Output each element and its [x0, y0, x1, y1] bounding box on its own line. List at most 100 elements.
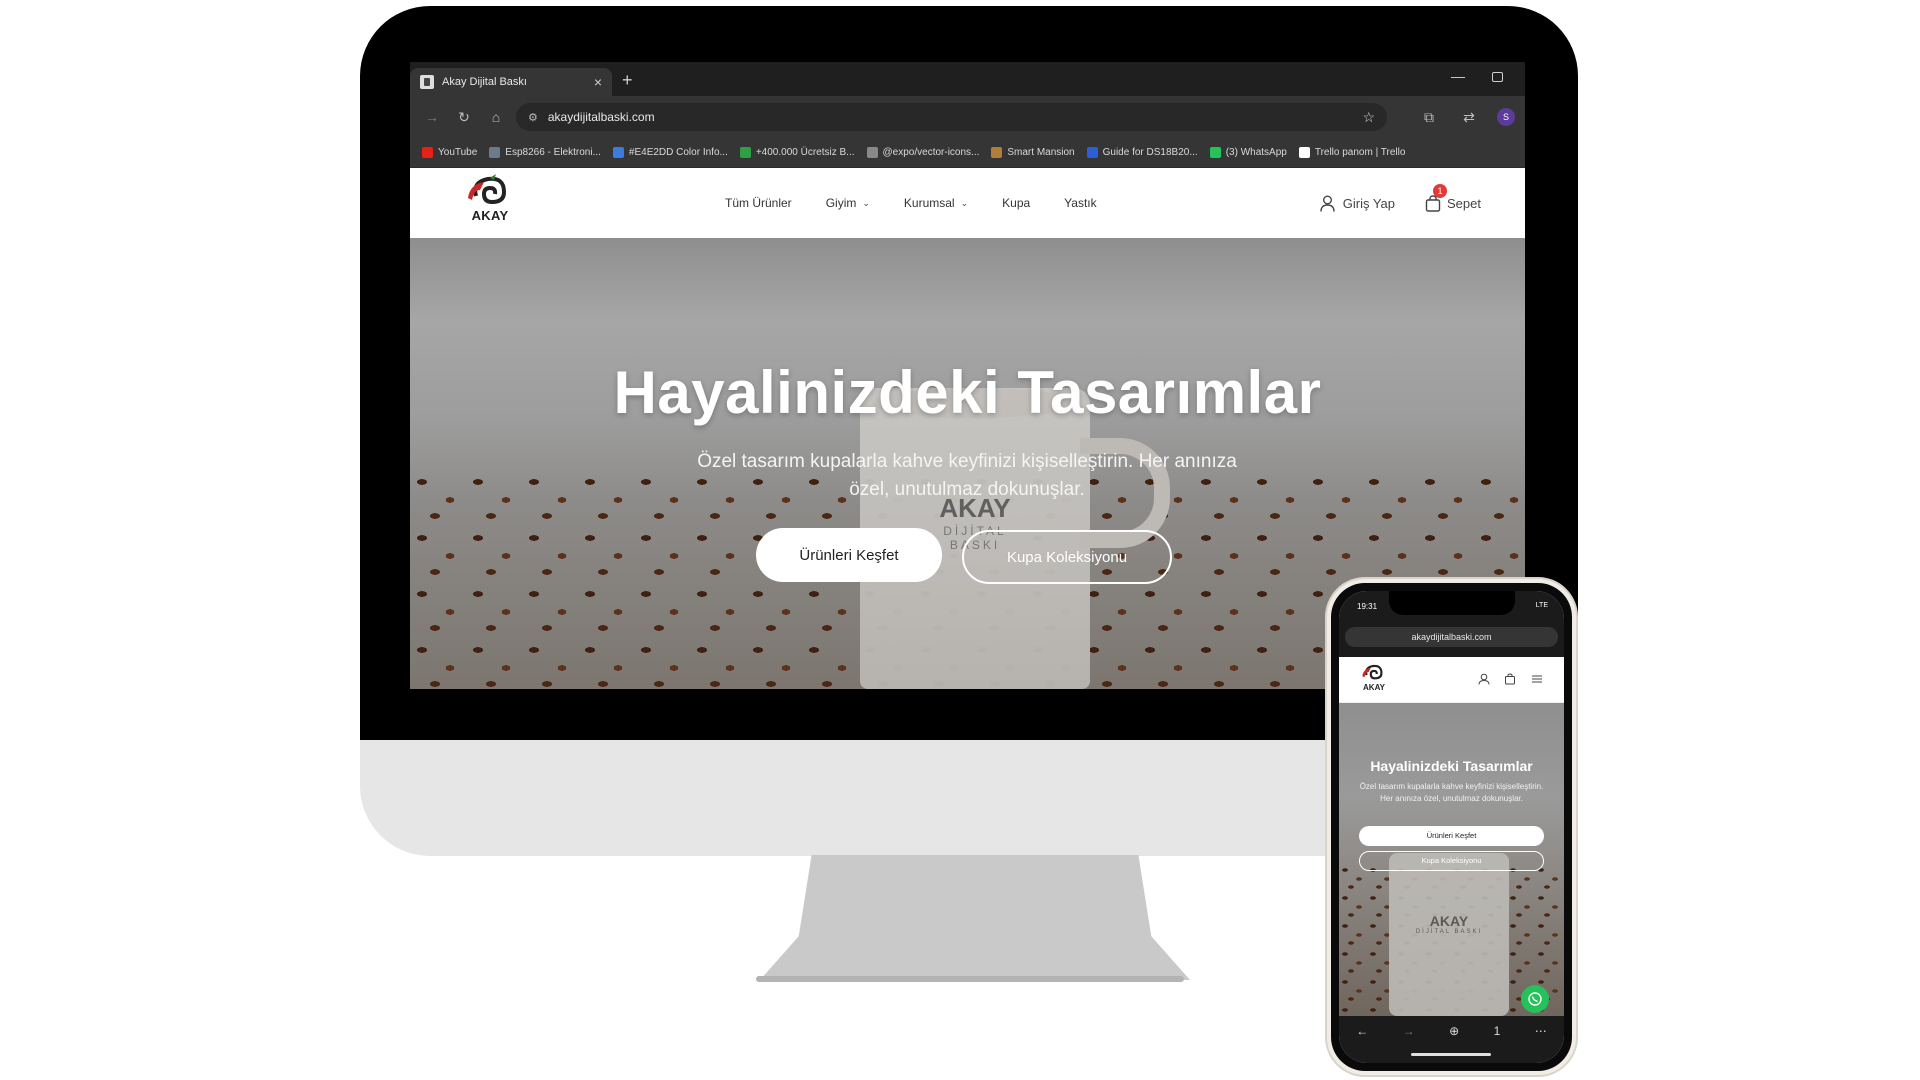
phone-notch: [1389, 591, 1515, 615]
nav-item-label: Yastık: [1064, 196, 1097, 210]
site-favicon-icon: [420, 75, 434, 89]
bookmark-favicon-icon: [422, 147, 433, 158]
restore-icon[interactable]: [1492, 72, 1503, 82]
back-icon[interactable]: ←: [1356, 1024, 1368, 1038]
login-label: Giriş Yap: [1342, 195, 1396, 211]
bookmark-label: Trello panom | Trello: [1314, 147, 1406, 158]
phone-mug-collection-button[interactable]: Kupa Koleksiyonu: [1359, 851, 1544, 871]
bookmark-item[interactable]: #E4E2DD Color Info...: [612, 147, 728, 158]
phone-logo-text: AKAY: [1363, 683, 1385, 692]
extensions-icon[interactable]: ⧉: [1415, 109, 1443, 126]
bookmark-favicon-icon: [866, 147, 878, 158]
new-tab-icon[interactable]: ⊕: [1449, 1024, 1459, 1038]
more-icon[interactable]: ⋯: [1535, 1024, 1547, 1038]
bookmark-item[interactable]: (3) WhatsApp: [1209, 147, 1287, 158]
bookmark-label: Smart Mansion: [1007, 147, 1075, 158]
browser-tabstrip: Akay Dijital Baskı × + —: [410, 62, 1525, 96]
home-indicator: [1411, 1053, 1491, 1056]
site-settings-icon[interactable]: ⚙: [528, 111, 538, 124]
bookmark-label: YouTube: [438, 147, 478, 158]
menu-icon[interactable]: [1531, 673, 1543, 685]
bookmark-item[interactable]: Esp8266 - Elektroni...: [489, 147, 601, 158]
new-tab-icon[interactable]: +: [622, 70, 633, 90]
bookmark-item[interactable]: Trello panom | Trello: [1298, 147, 1406, 158]
monitor-foot: [756, 976, 1184, 982]
bookmark-label: @expo/vector-icons...: [882, 147, 980, 158]
forward-icon[interactable]: →: [1403, 1024, 1415, 1038]
nav-item[interactable]: Kupa: [1002, 196, 1030, 210]
bookmark-favicon-icon: [739, 147, 751, 158]
cart-button[interactable]: 1 Sepet: [1425, 183, 1481, 212]
profile-avatar[interactable]: S: [1497, 108, 1515, 126]
bookmark-item[interactable]: Smart Mansion: [991, 147, 1075, 158]
minimize-icon[interactable]: —: [1451, 68, 1465, 84]
phone-hero-section: AKAY DİJİTAL BASKI Hayalinizdeki Tasarım…: [1339, 703, 1564, 1016]
login-button[interactable]: Giriş Yap: [1320, 195, 1395, 212]
shopping-bag-icon[interactable]: [1504, 673, 1516, 685]
nav-item[interactable]: Tüm Ürünler: [725, 196, 792, 210]
site-logo[interactable]: AKAY: [458, 174, 522, 232]
user-icon: [1320, 195, 1335, 212]
reload-icon[interactable]: ↻: [452, 109, 476, 126]
tab-title: Akay Dijital Baskı: [442, 76, 527, 88]
phone-site-logo[interactable]: AKAY: [1357, 663, 1391, 697]
phone-mug-brand: AKAY DİJİTAL BASKI: [1389, 913, 1509, 935]
bookmark-label: Guide for DS18B20...: [1102, 147, 1198, 158]
akay-logo-icon: [468, 174, 507, 205]
bookmark-favicon-icon: [1086, 147, 1098, 158]
monitor-stand: [760, 855, 1190, 980]
mug-collection-button[interactable]: Kupa Koleksiyonu: [962, 530, 1172, 584]
whatsapp-button[interactable]: [1521, 985, 1549, 1013]
bookmark-favicon-icon: [991, 147, 1003, 158]
bookmark-favicon-icon: [1298, 147, 1310, 158]
phone-address-bar: akaydijitalbaski.com: [1339, 621, 1564, 657]
browser-tab[interactable]: Akay Dijital Baskı ×: [410, 68, 612, 96]
browser-toolbar: → ↻ ⌂ ⚙ akaydijitalbaski.com ☆ ⧉ ⇄ S: [410, 96, 1525, 138]
nav-item[interactable]: Kurumsal ⌄: [904, 196, 968, 210]
forward-icon[interactable]: →: [420, 109, 444, 125]
phone-url[interactable]: akaydijitalbaski.com: [1345, 627, 1558, 647]
bookmark-favicon-icon: [489, 147, 501, 158]
chevron-down-icon: ⌄: [862, 197, 870, 208]
address-url[interactable]: akaydijitalbaski.com: [548, 110, 1363, 124]
user-icon[interactable]: [1478, 673, 1490, 685]
hero-title: Hayalinizdeki Tasarımlar: [613, 359, 1322, 426]
bookmark-star-icon[interactable]: ☆: [1362, 109, 1375, 126]
bookmark-label: #E4E2DD Color Info...: [628, 147, 728, 158]
phone-signal: LTE: [1535, 602, 1548, 609]
akay-logo-icon: [1362, 664, 1383, 680]
nav-item-label: Tüm Ürünler: [725, 196, 792, 210]
phone-hero-title: Hayalinizdeki Tasarımlar: [1370, 758, 1533, 774]
nav-item[interactable]: Giyim ⌄: [826, 196, 870, 210]
phone-time: 19:31: [1357, 602, 1378, 611]
tab-count-icon[interactable]: 1: [1494, 1024, 1501, 1038]
chevron-down-icon: ⌄: [960, 197, 969, 208]
explore-products-button[interactable]: Ürünleri Keşfet: [756, 528, 942, 582]
mockup-stage: Akay Dijital Baskı × + — → ↻ ⌂ ⚙ akaydij…: [0, 0, 1920, 1080]
nav-item[interactable]: Yastık: [1064, 196, 1096, 210]
bookmark-label: Esp8266 - Elektroni...: [505, 147, 601, 158]
phone-status-bar: 19:31 LTE: [1339, 591, 1564, 621]
phone-hero-subtitle: Özel tasarım kupalarla kahve keyfinizi k…: [1359, 782, 1544, 803]
bookmark-item[interactable]: YouTube: [422, 147, 477, 158]
address-bar[interactable]: ⚙ akaydijitalbaski.com ☆: [516, 103, 1387, 131]
bookmark-favicon-icon: [612, 147, 624, 158]
cart-badge: 1: [1433, 183, 1448, 198]
logo-text: AKAY: [471, 208, 509, 223]
nav-item-label: Giyim: [825, 196, 857, 210]
bookmark-label: (3) WhatsApp: [1225, 147, 1287, 158]
bookmark-label: +400.000 Ücretsiz B...: [755, 147, 855, 158]
bookmark-item[interactable]: Guide for DS18B20...: [1086, 147, 1198, 158]
nav-item-label: Kurumsal: [903, 196, 955, 210]
phone-site-header: AKAY: [1339, 657, 1564, 703]
bookmarks-bar: YouTube Esp8266 - Elektroni... #E4E2DD Col…: [410, 138, 1525, 168]
phone-mug-brand-sub: DİJİTAL BASKI: [1415, 929, 1483, 935]
bookmark-item[interactable]: @expo/vector-icons...: [866, 147, 980, 158]
home-icon[interactable]: ⌂: [484, 109, 508, 125]
close-tab-icon[interactable]: ×: [594, 75, 602, 89]
bookmark-favicon-icon: [1209, 147, 1221, 158]
phone-explore-products-button[interactable]: Ürünleri Keşfet: [1359, 826, 1544, 846]
translate-icon[interactable]: ⇄: [1455, 109, 1483, 126]
phone-mug-brand-text: AKAY: [1429, 913, 1469, 929]
bookmark-item[interactable]: +400.000 Ücretsiz B...: [739, 147, 855, 158]
